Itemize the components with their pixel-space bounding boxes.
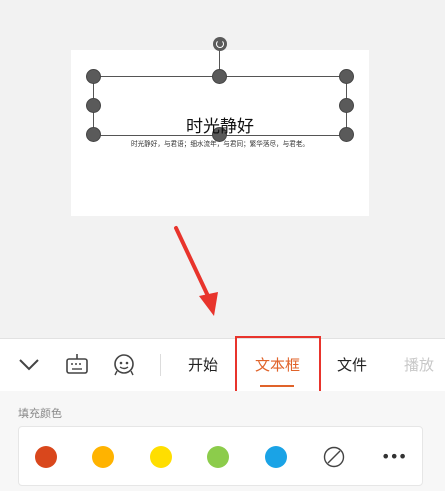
slide-canvas: 时光静好 时光静好，与君语；细水流年，与君同；繁华落尽，与君老。 [0,0,445,335]
emoji-icon[interactable] [111,351,137,377]
tab-start[interactable]: 开始 [188,354,218,375]
color-swatch-blue[interactable] [265,446,287,468]
color-swatch-row: ••• [18,426,423,486]
chevron-down-icon[interactable] [16,351,42,377]
color-swatch-red[interactable] [35,446,57,468]
tab-play[interactable]: 播放 [404,354,434,375]
color-swatch-orange[interactable] [92,446,114,468]
fill-color-label: 填充颜色 [18,407,62,420]
keyboard-icon[interactable] [64,351,90,377]
more-colors-button[interactable]: ••• [381,447,407,466]
no-fill-icon[interactable] [323,446,345,468]
tab-file[interactable]: 文件 [337,354,367,375]
bottom-toolbar: 开始 文本框 文件 播放 [0,338,445,392]
annotation-arrow-icon [174,226,218,316]
color-swatch-green[interactable] [207,446,229,468]
color-swatch-yellow[interactable] [150,446,172,468]
toolbar-divider [160,354,161,376]
